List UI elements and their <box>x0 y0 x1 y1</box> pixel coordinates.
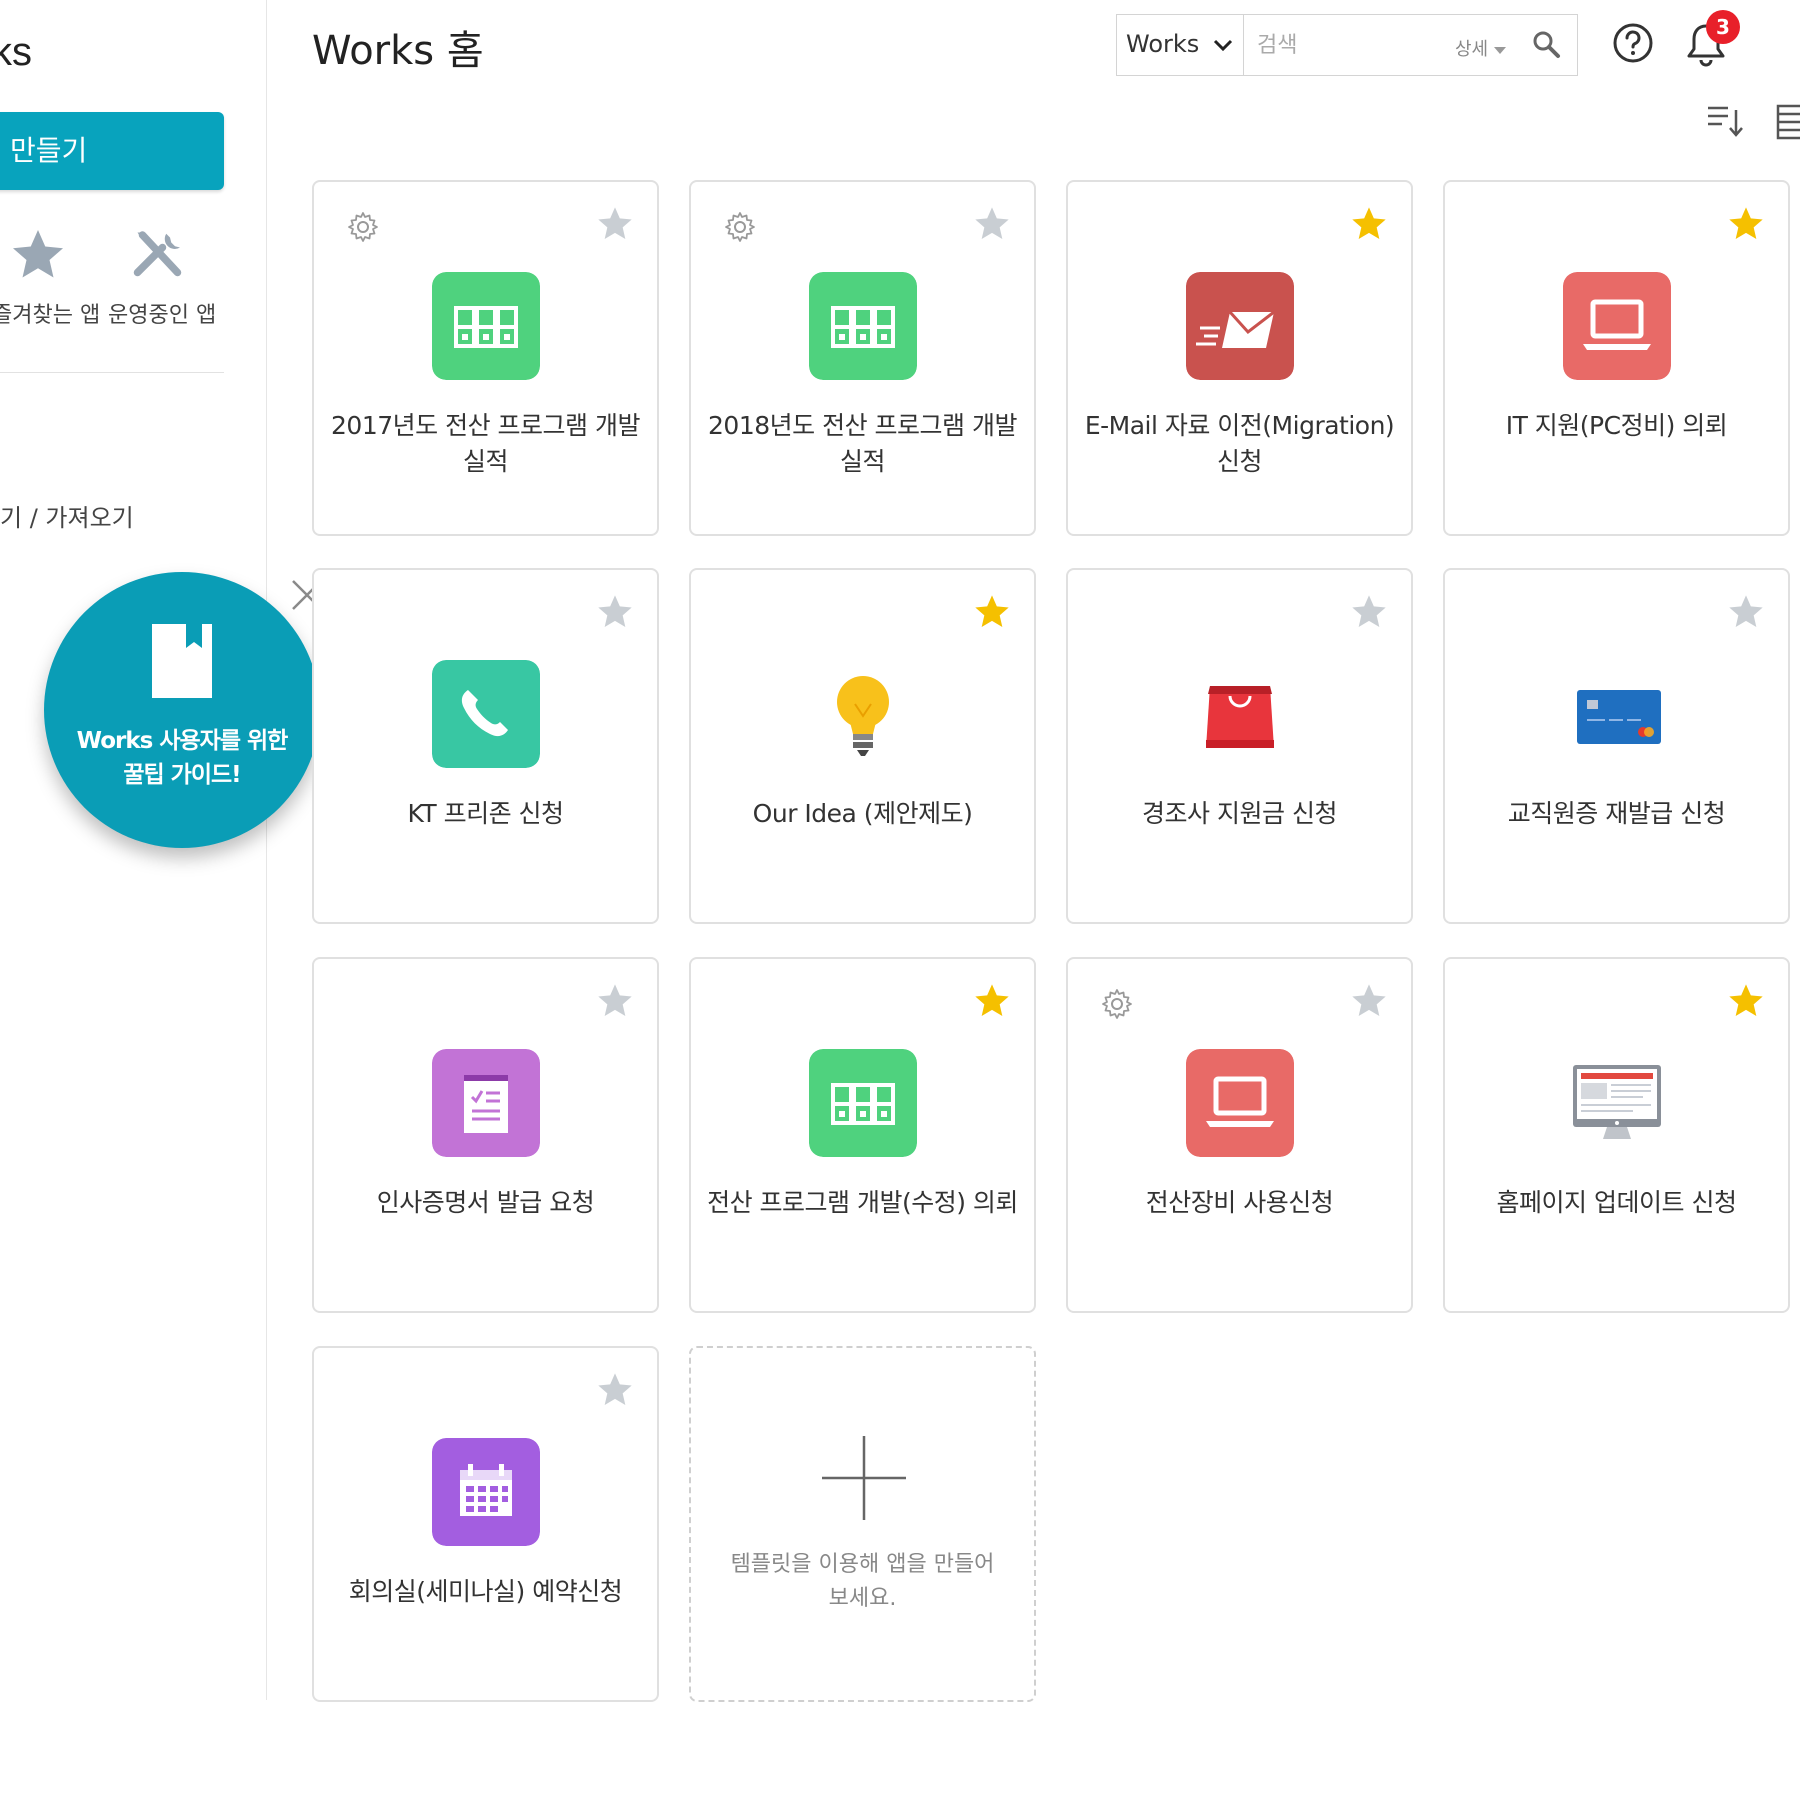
app-card[interactable]: 전산장비 사용신청 <box>1066 957 1413 1313</box>
star-outline-icon[interactable] <box>595 1370 635 1410</box>
app-card-name: 교직원증 재발급 신청 <box>1507 799 1726 828</box>
create-app-button[interactable]: 만들기 <box>0 112 224 190</box>
mail-icon <box>1186 272 1294 380</box>
phone-icon <box>432 660 540 768</box>
star-outline-icon[interactable] <box>1349 981 1389 1021</box>
search-button[interactable] <box>1531 29 1563 61</box>
folders-icon <box>809 1049 917 1157</box>
app-card-name: 회의실(세미나실) 예약신청 <box>348 1577 623 1606</box>
sort-button[interactable] <box>1706 104 1746 140</box>
sort-icon <box>1708 106 1743 137</box>
app-card-name: 인사증명서 발급 요청 <box>376 1188 595 1217</box>
list-view-button[interactable] <box>1776 104 1800 140</box>
favorites-apps-label: 즐겨찾는 앱 <box>0 303 101 328</box>
help-button[interactable] <box>1612 22 1654 64</box>
app-card[interactable]: 홈페이지 업데이트 신청 <box>1443 957 1790 1313</box>
app-card[interactable]: 2017년도 전산 프로그램 개발 실적 <box>312 180 659 536</box>
search-scope-select[interactable]: Works <box>1117 15 1244 75</box>
gear-icon[interactable] <box>723 210 757 244</box>
folders-icon <box>809 272 917 380</box>
app-card-name: 전산 프로그램 개발(수정) 의뢰 <box>707 1188 1018 1217</box>
gear-icon[interactable] <box>1100 987 1134 1021</box>
tip-guide-text: Works 사용자를 위한 꿀팁 가이드! <box>44 724 320 792</box>
search-detail-label: 상세 <box>1455 39 1489 60</box>
app-card[interactable]: 인사증명서 발급 요청 <box>312 957 659 1313</box>
star-outline-icon[interactable] <box>1349 592 1389 632</box>
app-card[interactable]: KT 프리존 신청 <box>312 568 659 924</box>
app-card-name: E-Mail 자료 이전(Migration) 신청 <box>1084 411 1395 476</box>
import-export-link[interactable]: 기 / 가져오기 <box>0 498 134 533</box>
app-card[interactable]: 경조사 지원금 신청 <box>1066 568 1413 924</box>
operating-apps-link[interactable]: 운영중인 앱 <box>108 225 228 328</box>
plus-icon <box>822 1436 906 1520</box>
add-app-text: 템플릿을 이용해 앱을 만들어 보세요. <box>715 1548 1010 1616</box>
star-outline-icon[interactable] <box>595 204 635 244</box>
add-app-text-line1: 템플릿을 이용해 앱을 만들어 <box>730 1552 995 1577</box>
sidebar-divider <box>0 372 224 373</box>
app-card-name: 2018년도 전산 프로그램 개발 실적 <box>708 411 1017 476</box>
laptop-icon <box>1563 272 1671 380</box>
laptop-icon <box>1186 1049 1294 1157</box>
tip-guide-line2: 꿀팁 가이드! <box>123 762 241 788</box>
caret-down-icon <box>1494 46 1507 54</box>
notification-count-badge: 3 <box>1706 10 1740 44</box>
list-view-icon <box>1776 104 1800 140</box>
star-outline-icon[interactable] <box>972 204 1012 244</box>
favorites-apps-link[interactable]: 즐겨찾는 앱 <box>0 225 112 328</box>
notepad-icon <box>432 1049 540 1157</box>
star-filled-icon[interactable] <box>972 592 1012 632</box>
app-card-name: Our Idea (제안제도) <box>752 799 973 828</box>
star-filled-icon[interactable] <box>972 981 1012 1021</box>
star-icon <box>13 230 63 278</box>
gear-icon[interactable] <box>346 210 380 244</box>
calendar-icon <box>432 1438 540 1546</box>
app-card[interactable]: 회의실(세미나실) 예약신청 <box>312 1346 659 1702</box>
star-outline-icon[interactable] <box>595 981 635 1021</box>
star-filled-icon[interactable] <box>1349 204 1389 244</box>
tip-guide-bubble[interactable]: Works 사용자를 위한 꿀팁 가이드! <box>44 572 320 848</box>
folders-icon <box>432 272 540 380</box>
app-card-name: 전산장비 사용신청 <box>1145 1188 1334 1217</box>
app-card[interactable]: IT 지원(PC정비) 의뢰 <box>1443 180 1790 536</box>
shopping-bag-icon <box>1206 686 1274 748</box>
bookmark-book-icon <box>152 624 212 698</box>
app-card[interactable]: E-Mail 자료 이전(Migration) 신청 <box>1066 180 1413 536</box>
page-title: Works 홈 <box>312 28 484 74</box>
star-outline-icon[interactable] <box>1726 592 1766 632</box>
star-outline-icon[interactable] <box>595 592 635 632</box>
app-card-name: 홈페이지 업데이트 신청 <box>1496 1188 1737 1217</box>
add-app-card[interactable]: 템플릿을 이용해 앱을 만들어 보세요. <box>689 1346 1036 1702</box>
star-filled-icon[interactable] <box>1726 981 1766 1021</box>
app-card-name: IT 지원(PC정비) 의뢰 <box>1505 411 1728 440</box>
app-card[interactable]: 전산 프로그램 개발(수정) 의뢰 <box>689 957 1036 1313</box>
tip-guide-line1: Works 사용자를 위한 <box>76 728 289 754</box>
sidebar-title: ks <box>0 30 32 74</box>
search-bar: Works 상세 <box>1116 14 1578 76</box>
tools-icon <box>133 231 182 277</box>
add-app-text-line2: 보세요. <box>828 1586 897 1611</box>
search-scope-value: Works <box>1126 30 1200 58</box>
search-detail-toggle[interactable]: 상세 <box>1455 35 1507 61</box>
search-input[interactable] <box>1257 27 1447 63</box>
app-card-name: 경조사 지원금 신청 <box>1142 799 1337 828</box>
id-card-icon <box>1577 690 1661 744</box>
search-icon <box>1533 31 1560 58</box>
monitor-icon <box>1573 1065 1661 1139</box>
help-icon <box>1613 23 1653 63</box>
app-card-name: 2017년도 전산 프로그램 개발 실적 <box>331 411 640 476</box>
app-card-name: KT 프리존 신청 <box>407 799 564 828</box>
app-card[interactable]: 교직원증 재발급 신청 <box>1443 568 1790 924</box>
star-filled-icon[interactable] <box>1726 204 1766 244</box>
chevron-down-icon <box>1213 39 1233 52</box>
app-card[interactable]: 2018년도 전산 프로그램 개발 실적 <box>689 180 1036 536</box>
lightbulb-icon <box>837 676 889 756</box>
sidebar: ks 만들기 즐겨찾는 앱 운영중인 앱 기 / 가져오기 <box>0 0 267 1700</box>
operating-apps-label: 운영중인 앱 <box>108 303 217 328</box>
app-card[interactable]: Our Idea (제안제도) <box>689 568 1036 924</box>
